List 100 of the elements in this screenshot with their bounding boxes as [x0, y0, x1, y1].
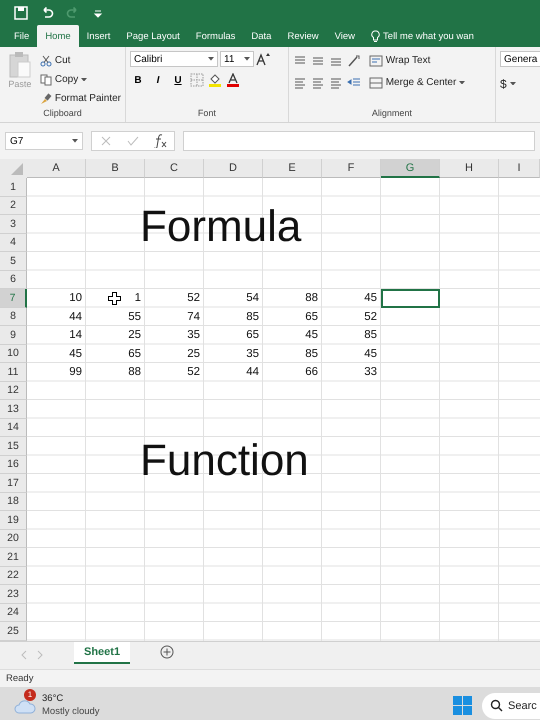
row-header[interactable]: 17 [0, 474, 27, 492]
underline-button[interactable]: U [170, 74, 186, 86]
row-header[interactable]: 2 [0, 196, 27, 215]
ribbon-tab[interactable]: Formulas [188, 25, 244, 47]
row-header[interactable]: 18 [0, 492, 27, 511]
align-icon[interactable] [292, 76, 307, 90]
cell-value: 10 [69, 292, 82, 304]
column-header[interactable]: G [381, 159, 440, 178]
column-header[interactable]: I [499, 159, 540, 178]
cell-value: 52 [364, 310, 377, 322]
font-name-field[interactable]: Calibri [130, 51, 218, 67]
row-header[interactable]: 20 [0, 530, 27, 548]
group-label: Font [196, 108, 217, 120]
fill-color-icon[interactable] [208, 73, 222, 87]
ribbon-tab[interactable]: Review [279, 25, 327, 47]
cell-value: 65 [305, 310, 318, 322]
wrap-text-icon [368, 54, 383, 66]
row-header[interactable]: 4 [0, 234, 27, 252]
cell-value: 88 [128, 366, 141, 378]
row-header[interactable]: 3 [0, 215, 27, 234]
cell-value: 44 [69, 310, 82, 322]
add-sheet-icon[interactable] [160, 644, 174, 658]
search-field[interactable]: Searc [482, 692, 540, 718]
ribbon-tab[interactable]: Data [243, 25, 280, 47]
row-header[interactable]: 9 [0, 326, 27, 344]
column-header[interactable]: H [440, 159, 499, 178]
overlay-title: Formula [140, 204, 302, 248]
row-header[interactable]: 15 [0, 437, 27, 456]
column-header[interactable]: F [322, 159, 381, 178]
cell-value: 45 [69, 348, 82, 360]
function-icon[interactable] [153, 134, 168, 148]
column-header[interactable]: E [263, 159, 322, 178]
cut-button[interactable]: Cut [40, 51, 121, 70]
increase-font-icon[interactable] [256, 52, 271, 66]
align-icon[interactable] [310, 76, 325, 90]
lightbulb-icon [371, 30, 380, 42]
row-header[interactable]: 10 [0, 344, 27, 363]
row-header[interactable]: 11 [0, 363, 27, 382]
cell-value: 85 [305, 348, 318, 360]
row-header[interactable]: 16 [0, 456, 27, 474]
italic-button[interactable]: I [150, 74, 166, 86]
cell-value: 55 [128, 310, 141, 322]
row-header[interactable]: 7 [0, 289, 27, 308]
ribbon-tab[interactable]: Home [37, 25, 79, 47]
number-format-field[interactable]: Genera [500, 51, 540, 67]
row-header[interactable]: 12 [0, 382, 27, 400]
cell-value: 74 [187, 310, 200, 322]
row-header[interactable]: 25 [0, 622, 27, 640]
save-icon[interactable] [14, 6, 28, 20]
font-color-icon[interactable] [226, 73, 240, 87]
status-text: Ready [6, 672, 34, 684]
font-size-field[interactable]: 11 [220, 51, 254, 67]
sheet-tab[interactable]: Sheet1 [74, 642, 130, 664]
cursor-icon [108, 292, 121, 305]
ribbon-tab[interactable]: Insert [78, 25, 118, 47]
orientation-icon[interactable] [346, 54, 361, 68]
copy-button[interactable]: Copy [40, 70, 121, 89]
row-header[interactable]: 19 [0, 511, 27, 530]
name-box[interactable]: G7 [5, 132, 83, 150]
merge-center-button[interactable]: Merge & Center [368, 73, 466, 92]
cell-value: 25 [187, 348, 200, 360]
cell-value: 52 [187, 366, 200, 378]
cell-value: 14 [69, 329, 82, 341]
bold-button[interactable]: B [130, 74, 146, 86]
paintbrush-icon [40, 92, 52, 104]
windows-logo-icon[interactable] [453, 696, 472, 715]
format-painter-button[interactable]: Format Painter [40, 89, 121, 108]
column-header[interactable]: D [204, 159, 263, 178]
row-header[interactable]: 24 [0, 604, 27, 622]
row-header[interactable]: 22 [0, 566, 27, 585]
cell-value: 44 [246, 366, 259, 378]
clipboard-icon [8, 51, 32, 79]
column-header[interactable]: B [86, 159, 145, 178]
ribbon-tab[interactable]: Page Layout [118, 25, 188, 47]
weather-text: Mostly cloudy [42, 706, 100, 718]
row-header[interactable]: 21 [0, 548, 27, 566]
row-header[interactable]: 13 [0, 400, 27, 418]
row-header[interactable]: 23 [0, 585, 27, 604]
search-icon [490, 699, 503, 712]
row-header[interactable]: 5 [0, 252, 27, 270]
row-header[interactable]: 1 [0, 178, 27, 196]
column-header[interactable]: C [145, 159, 204, 178]
group-label: Clipboard [42, 108, 83, 120]
active-cell[interactable] [381, 289, 440, 308]
row-header[interactable]: 8 [0, 308, 27, 326]
cell-value: 45 [305, 329, 318, 341]
cloud-icon[interactable] [14, 698, 36, 714]
currency-button[interactable]: $ [500, 74, 540, 93]
tell-me-field[interactable]: Tell me what you wan [363, 25, 474, 47]
ribbon-tab[interactable]: File [6, 25, 38, 47]
row-header[interactable]: 14 [0, 418, 27, 437]
cell-value: 88 [305, 292, 318, 304]
cell-value: 85 [364, 329, 377, 341]
wrap-text-button[interactable]: Wrap Text [368, 51, 466, 70]
temperature-text: 36°C [42, 693, 64, 706]
ribbon-tab[interactable]: View [326, 25, 364, 47]
row-header[interactable]: 6 [0, 270, 27, 289]
align-icon[interactable] [328, 76, 343, 90]
check-icon[interactable] [126, 134, 140, 148]
column-header[interactable]: A [27, 159, 86, 178]
